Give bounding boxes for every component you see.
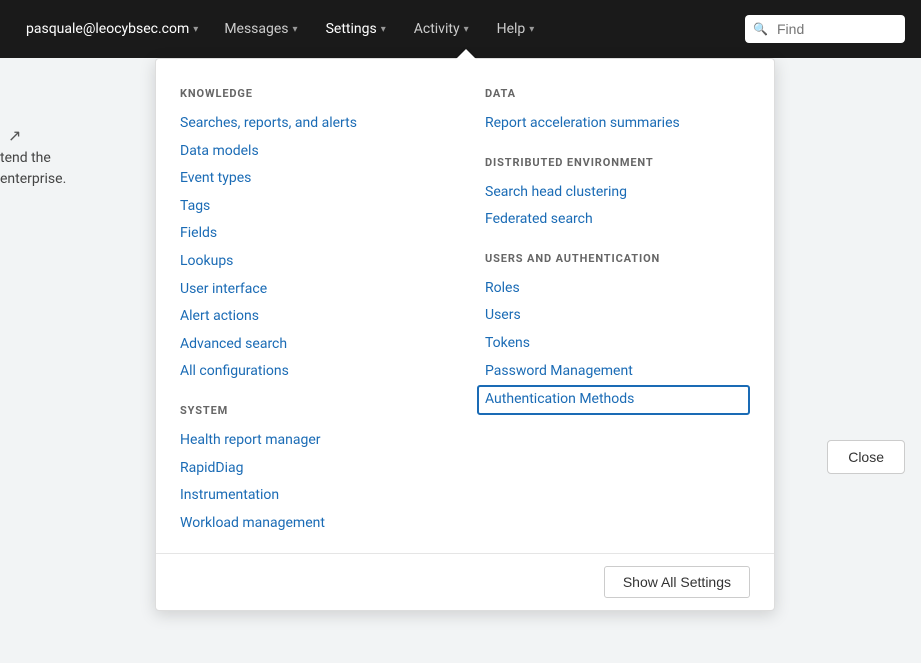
link-roles[interactable]: Roles (485, 275, 750, 303)
link-user-interface[interactable]: User interface (180, 276, 445, 304)
nav-help-label: Help (497, 21, 526, 37)
page-text-line1: tend the (0, 148, 66, 169)
link-lookups[interactable]: Lookups (180, 248, 445, 276)
help-caret-icon: ▾ (529, 24, 534, 35)
link-all-configurations[interactable]: All configurations (180, 358, 445, 386)
close-button[interactable]: Close (827, 440, 905, 474)
page-text-line2: enterprise. (0, 169, 66, 190)
search-input[interactable] (745, 15, 905, 43)
link-report-acceleration-summaries[interactable]: Report acceleration summaries (485, 110, 750, 138)
user-caret-icon: ▾ (193, 24, 198, 35)
link-advanced-search[interactable]: Advanced search (180, 331, 445, 359)
activity-caret-icon: ▾ (464, 24, 469, 35)
nav-settings[interactable]: Settings ▾ (314, 13, 398, 45)
settings-caret-icon: ▾ (381, 24, 386, 35)
col-left: KNOWLEDGE Searches, reports, and alerts … (180, 83, 445, 537)
messages-caret-icon: ▾ (293, 24, 298, 35)
link-authentication-methods[interactable]: Authentication Methods (477, 385, 750, 415)
nav-help[interactable]: Help ▾ (485, 13, 547, 45)
link-data-models[interactable]: Data models (180, 138, 445, 166)
dropdown-arrow (456, 49, 476, 59)
system-section-label: SYSTEM (180, 404, 445, 417)
link-federated-search[interactable]: Federated search (485, 206, 750, 234)
data-section-label: DATA (485, 87, 750, 100)
knowledge-section-label: KNOWLEDGE (180, 87, 445, 100)
distributed-section-label: DISTRIBUTED ENVIRONMENT (485, 156, 750, 169)
link-users[interactable]: Users (485, 302, 750, 330)
nav-settings-label: Settings (326, 21, 377, 37)
link-workload-management[interactable]: Workload management (180, 510, 445, 538)
link-health-report-manager[interactable]: Health report manager (180, 427, 445, 455)
link-event-types[interactable]: Event types (180, 165, 445, 193)
nav-activity[interactable]: Activity ▾ (402, 13, 481, 45)
nav-user-label: pasquale@leocybsec.com (26, 21, 189, 37)
nav-messages[interactable]: Messages ▾ (212, 13, 309, 45)
link-search-head-clustering[interactable]: Search head clustering (485, 179, 750, 207)
link-instrumentation[interactable]: Instrumentation (180, 482, 445, 510)
col-right: DATA Report acceleration summaries DISTR… (485, 83, 750, 537)
link-tags[interactable]: Tags (180, 193, 445, 221)
nav-messages-label: Messages (224, 21, 288, 37)
search-wrapper (745, 15, 905, 43)
link-searches-reports-alerts[interactable]: Searches, reports, and alerts (180, 110, 445, 138)
link-tokens[interactable]: Tokens (485, 330, 750, 358)
settings-dropdown: KNOWLEDGE Searches, reports, and alerts … (155, 58, 775, 611)
expand-icon: ↗ (8, 126, 21, 145)
link-rapiddiag[interactable]: RapidDiag (180, 455, 445, 483)
nav-user[interactable]: pasquale@leocybsec.com ▾ (16, 13, 208, 45)
dropdown-footer: Show All Settings (156, 553, 774, 610)
dropdown-body: KNOWLEDGE Searches, reports, and alerts … (156, 83, 774, 553)
page-text: tend the enterprise. (0, 148, 66, 190)
nav-activity-label: Activity (414, 21, 460, 37)
link-password-management[interactable]: Password Management (485, 358, 750, 386)
show-all-settings-button[interactable]: Show All Settings (604, 566, 750, 598)
users-section-label: USERS AND AUTHENTICATION (485, 252, 750, 265)
link-fields[interactable]: Fields (180, 220, 445, 248)
link-alert-actions[interactable]: Alert actions (180, 303, 445, 331)
